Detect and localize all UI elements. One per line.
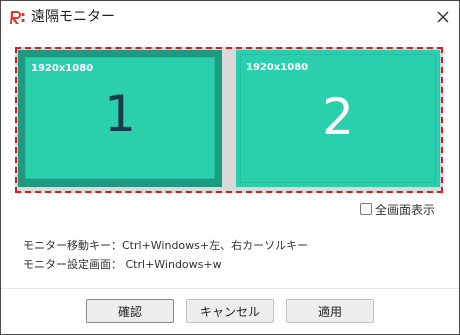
monitor-2[interactable]: 1920x1080 2	[236, 50, 440, 187]
monitor-1-number: 1	[104, 85, 136, 143]
monitor-1[interactable]: 1920x1080 1	[18, 50, 222, 187]
monitor-1-screen: 1920x1080 1	[25, 57, 215, 179]
fullscreen-label: 全画面表示	[374, 202, 435, 217]
fullscreen-checkbox[interactable]	[359, 203, 372, 215]
rc-logo-icon	[10, 11, 25, 24]
monitor-2-screen: 1920x1080 2	[240, 54, 436, 183]
apply-button[interactable]: 適用	[286, 299, 374, 323]
close-icon	[437, 11, 449, 23]
remote-monitor-dialog: 遠隔モニター 1920x1080 1 1920x1080 2 全画面表示 モニタ…	[0, 0, 460, 335]
close-button[interactable]	[431, 5, 455, 29]
monitor-1-resolution: 1920x1080	[31, 63, 94, 74]
title-bar: 遠隔モニター	[1, 1, 459, 33]
cancel-button[interactable]: キャンセル	[186, 299, 274, 323]
window-title: 遠隔モニター	[31, 9, 115, 25]
move-key-hint: モニター移動キー：Ctrl+Windows+左、右カーソルキー	[23, 239, 309, 252]
monitor-2-number: 2	[322, 88, 354, 146]
fullscreen-option[interactable]: 全画面表示	[359, 201, 435, 217]
monitor-layout-area: 1920x1080 1 1920x1080 2	[15, 47, 443, 193]
confirm-button[interactable]: 確認	[86, 299, 174, 323]
monitor-2-resolution: 1920x1080	[246, 62, 309, 73]
settings-screen-hint: モニター設定画面： Ctrl+Windows+w	[23, 258, 222, 271]
footer-divider	[1, 288, 459, 289]
